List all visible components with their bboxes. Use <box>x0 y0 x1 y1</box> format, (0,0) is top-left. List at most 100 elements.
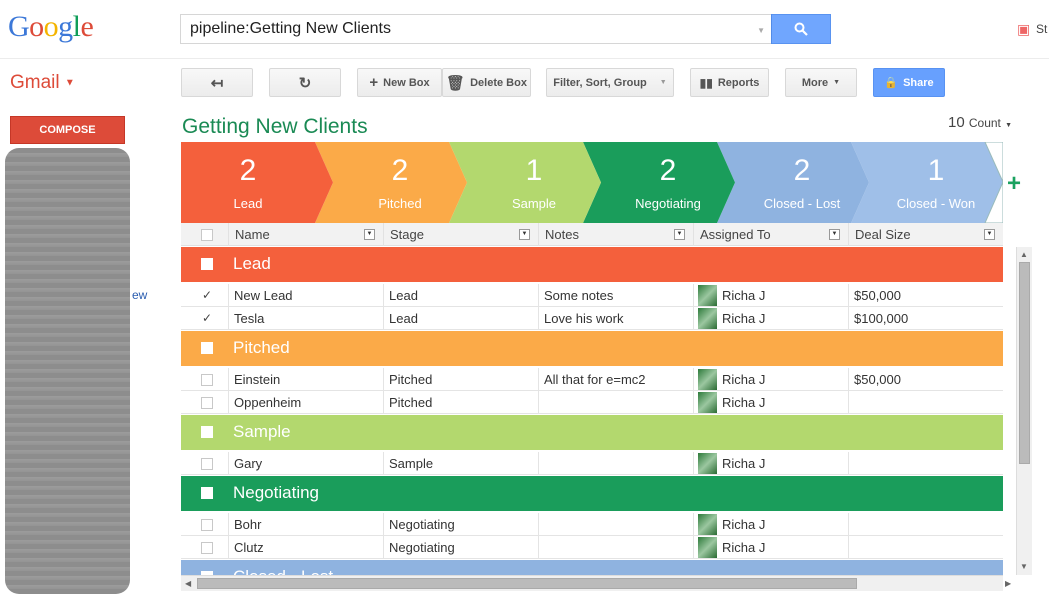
column-menu-icon[interactable]: ▼ <box>829 229 840 240</box>
column-header-deal-size[interactable]: Deal Size ▼ <box>848 223 1003 246</box>
stage-closed-lost[interactable]: 2 Closed - Lost <box>735 142 869 223</box>
cell-stage[interactable]: Pitched <box>383 391 538 414</box>
column-menu-icon[interactable]: ▼ <box>519 229 530 240</box>
cell-stage[interactable]: Lead <box>383 307 538 330</box>
cell-deal[interactable] <box>848 536 1003 559</box>
group-header-negotiating[interactable]: Negotiating <box>181 476 1003 511</box>
google-logo[interactable]: Google <box>8 10 94 44</box>
group-select-checkbox[interactable] <box>201 342 213 354</box>
share-button[interactable]: 🔒 Share <box>873 68 945 97</box>
row-checkbox[interactable] <box>201 397 213 409</box>
row-checkbox-checked[interactable]: ✓ <box>202 288 212 302</box>
row-checkbox[interactable] <box>201 542 213 554</box>
stage-sample[interactable]: 1 Sample <box>467 142 601 223</box>
group-select-checkbox[interactable] <box>201 426 213 438</box>
top-right-link[interactable]: St <box>1036 22 1047 36</box>
sidebar-link-fragment[interactable]: ew <box>132 288 147 302</box>
delete-box-button[interactable]: 🗑 Delete Box <box>442 68 531 97</box>
row-checkbox-checked[interactable]: ✓ <box>202 311 212 325</box>
group-select-checkbox[interactable] <box>201 487 213 499</box>
add-stage-plus-icon[interactable]: + <box>1007 170 1021 198</box>
stage-closed-won[interactable]: 1 Closed - Won <box>869 142 1003 223</box>
cell-notes[interactable]: All that for e=mc2 <box>538 368 693 391</box>
column-header-notes[interactable]: Notes ▼ <box>538 223 693 246</box>
more-button[interactable]: More ▼ <box>785 68 857 97</box>
cell-deal[interactable] <box>848 452 1003 475</box>
column-menu-icon[interactable]: ▼ <box>364 229 375 240</box>
cell-assigned[interactable]: Richa J <box>693 307 848 330</box>
cell-stage[interactable]: Pitched <box>383 368 538 391</box>
table-row[interactable]: Oppenheim Pitched Richa J <box>181 391 1003 414</box>
group-header-sample[interactable]: Sample <box>181 415 1003 450</box>
table-row[interactable]: Gary Sample Richa J <box>181 452 1003 475</box>
reports-button[interactable]: ▮▮ Reports <box>690 68 769 97</box>
column-header-assigned-to[interactable]: Assigned To ▼ <box>693 223 848 246</box>
cell-name[interactable]: Gary <box>228 452 383 475</box>
scroll-up-icon[interactable]: ▲ <box>1020 250 1028 259</box>
back-button[interactable]: ↤ <box>181 68 253 97</box>
filter-sort-group-button[interactable]: Filter, Sort, Group ▼ <box>546 68 674 97</box>
cell-notes[interactable] <box>538 536 693 559</box>
table-row[interactable]: Clutz Negotiating Richa J <box>181 536 1003 559</box>
count-dropdown[interactable]: 10 Count ▼ <box>948 114 1012 131</box>
scroll-left-icon[interactable]: ◀ <box>185 579 191 588</box>
cell-name[interactable]: Bohr <box>228 513 383 536</box>
cell-assigned[interactable]: Richa J <box>693 368 848 391</box>
column-menu-icon[interactable]: ▼ <box>674 229 685 240</box>
vertical-scroll-thumb[interactable] <box>1019 262 1030 464</box>
select-all-checkbox[interactable] <box>201 229 213 241</box>
stage-lead[interactable]: 2 Lead <box>181 142 315 223</box>
cell-name[interactable]: Tesla <box>228 307 383 330</box>
group-header-lead[interactable]: Lead <box>181 247 1003 282</box>
search-button[interactable] <box>771 14 831 44</box>
cell-name[interactable]: Clutz <box>228 536 383 559</box>
cell-notes[interactable] <box>538 452 693 475</box>
streak-icon[interactable]: ▣ <box>1017 21 1030 38</box>
cell-notes[interactable]: Some notes <box>538 284 693 307</box>
search-options-dropdown-icon[interactable]: ▼ <box>757 26 765 35</box>
cell-deal[interactable]: $50,000 <box>848 284 1003 307</box>
table-row[interactable]: ✓ New Lead Lead Some notes Richa J $50,000 <box>181 284 1003 307</box>
horizontal-scroll-thumb[interactable] <box>197 578 857 589</box>
scroll-right-icon[interactable]: ▶ <box>1005 579 1011 588</box>
column-header-stage[interactable]: Stage ▼ <box>383 223 538 246</box>
cell-stage[interactable]: Lead <box>383 284 538 307</box>
scroll-down-icon[interactable]: ▼ <box>1020 562 1028 571</box>
cell-name[interactable]: Oppenheim <box>228 391 383 414</box>
group-header-closed-lost[interactable]: Closed - Lost <box>181 560 1003 575</box>
cell-assigned[interactable]: Richa J <box>693 536 848 559</box>
cell-name[interactable]: Einstein <box>228 368 383 391</box>
stage-pitched[interactable]: 2 Pitched <box>333 142 467 223</box>
group-select-checkbox[interactable] <box>201 258 213 270</box>
cell-assigned[interactable]: Richa J <box>693 452 848 475</box>
row-checkbox[interactable] <box>201 519 213 531</box>
cell-stage[interactable]: Negotiating <box>383 513 538 536</box>
cell-assigned[interactable]: Richa J <box>693 284 848 307</box>
cell-deal[interactable] <box>848 391 1003 414</box>
cell-deal[interactable]: $100,000 <box>848 307 1003 330</box>
column-header-name[interactable]: Name ▼ <box>228 223 383 246</box>
table-row[interactable]: Bohr Negotiating Richa J <box>181 513 1003 536</box>
row-checkbox[interactable] <box>201 374 213 386</box>
cell-deal[interactable] <box>848 513 1003 536</box>
refresh-button[interactable]: ↻ <box>269 68 341 97</box>
row-checkbox[interactable] <box>201 458 213 470</box>
cell-assigned[interactable]: Richa J <box>693 391 848 414</box>
group-header-pitched[interactable]: Pitched <box>181 331 1003 366</box>
stage-negotiating[interactable]: 2 Negotiating <box>601 142 735 223</box>
cell-assigned[interactable]: Richa J <box>693 513 848 536</box>
search-box[interactable]: ▼ <box>180 14 772 44</box>
search-input[interactable] <box>181 15 741 43</box>
compose-button[interactable]: COMPOSE <box>10 116 125 144</box>
column-menu-icon[interactable]: ▼ <box>984 229 995 240</box>
new-box-button[interactable]: + New Box <box>357 68 442 97</box>
cell-name[interactable]: New Lead <box>228 284 383 307</box>
cell-stage[interactable]: Negotiating <box>383 536 538 559</box>
table-row[interactable]: ✓ Tesla Lead Love his work Richa J $100,000 <box>181 307 1003 330</box>
cell-deal[interactable]: $50,000 <box>848 368 1003 391</box>
gmail-menu[interactable]: Gmail ▼ <box>10 72 75 94</box>
cell-notes[interactable]: Love his work <box>538 307 693 330</box>
cell-stage[interactable]: Sample <box>383 452 538 475</box>
table-row[interactable]: Einstein Pitched All that for e=mc2 Richa J… <box>181 368 1003 391</box>
cell-notes[interactable] <box>538 513 693 536</box>
